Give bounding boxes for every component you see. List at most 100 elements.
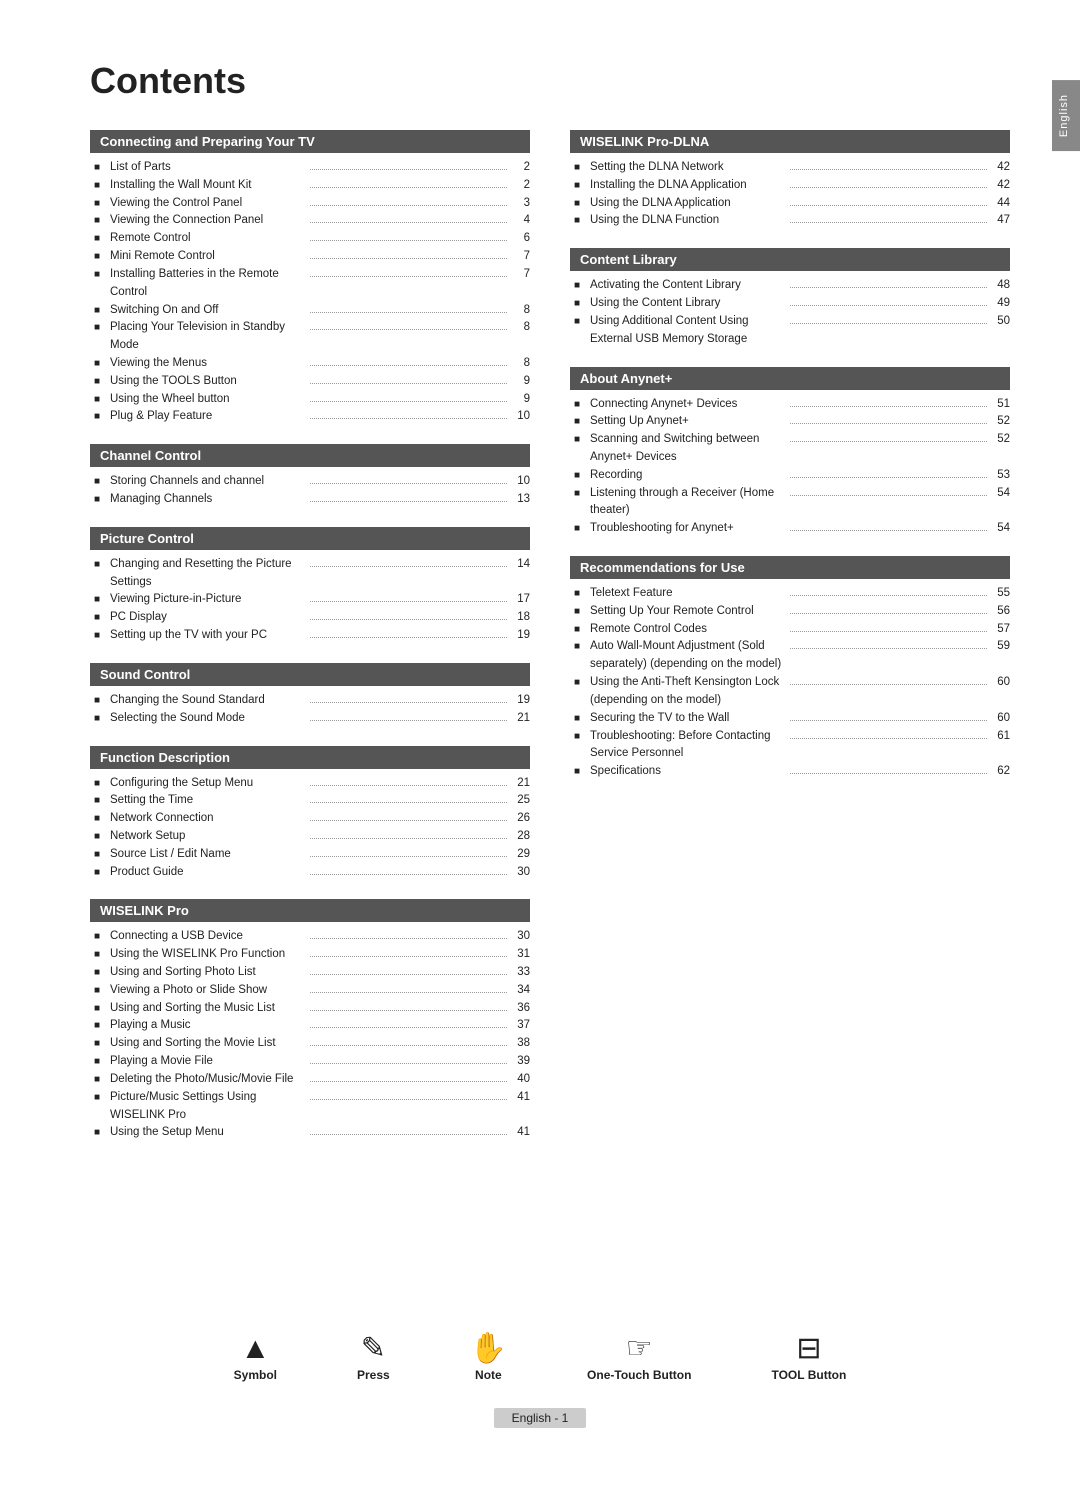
list-item: ■Troubleshooting for Anynet+54: [570, 520, 1010, 538]
list-item: ■Installing the Wall Mount Kit2: [90, 177, 530, 195]
footer-icon-item: ✎Press: [357, 1334, 390, 1382]
dots: [310, 187, 507, 188]
dots: [310, 1134, 507, 1135]
list-item: ■Specifications62: [570, 763, 1010, 781]
list-item: ■Connecting a USB Device30: [90, 928, 530, 946]
item-text: Viewing a Photo or Slide Show: [110, 982, 307, 1000]
page-number: 17: [510, 591, 530, 609]
bullet-icon: ■: [94, 178, 106, 194]
list-item: ■Troubleshooting: Before Contacting Serv…: [570, 728, 1010, 764]
bullet-icon: ■: [94, 811, 106, 827]
page-number: 9: [510, 391, 530, 409]
page-number: 7: [510, 266, 530, 284]
section-header: WISELINK Pro-DLNA: [570, 130, 1010, 153]
list-item: ■Activating the Content Library48: [570, 277, 1010, 295]
bullet-icon: ■: [94, 610, 106, 626]
page-number: 21: [510, 775, 530, 793]
dots: [790, 477, 987, 478]
list-item: ■Using the Wheel button9: [90, 391, 530, 409]
bullet-icon: ■: [94, 320, 106, 336]
bullet-icon: ■: [574, 160, 586, 176]
section: Channel Control■Storing Channels and cha…: [90, 444, 530, 509]
page-number: 19: [510, 627, 530, 645]
item-text: Playing a Music: [110, 1017, 307, 1035]
page-number: 8: [510, 319, 530, 337]
dots: [790, 720, 987, 721]
page-number: 26: [510, 810, 530, 828]
list-item: ■Using the DLNA Application44: [570, 195, 1010, 213]
bullet-icon: ■: [94, 231, 106, 247]
dots: [790, 773, 987, 774]
list-item: ■Remote Control Codes57: [570, 621, 1010, 639]
section: Function Description■Configuring the Set…: [90, 746, 530, 882]
footer-icon-label: One-Touch Button: [587, 1368, 691, 1382]
page-number: 3: [510, 195, 530, 213]
dots: [310, 702, 507, 703]
list-item: ■Network Setup28: [90, 828, 530, 846]
side-tab: English: [1052, 80, 1080, 151]
list-item: ■Changing and Resetting the Picture Sett…: [90, 556, 530, 592]
list-item: ■Setting Up Anynet+52: [570, 413, 1010, 431]
section-header: Picture Control: [90, 527, 530, 550]
list-item: ■Listening through a Receiver (Home thea…: [570, 485, 1010, 521]
list-item: ■Viewing Picture-in-Picture17: [90, 591, 530, 609]
dots: [310, 1027, 507, 1028]
item-text: Activating the Content Library: [590, 277, 787, 295]
page-title: Contents: [90, 60, 1010, 102]
footer-icon-label: TOOL Button: [771, 1368, 846, 1382]
page-number: 33: [510, 964, 530, 982]
list-item: ■Securing the TV to the Wall60: [570, 710, 1010, 728]
page-number: 2: [510, 177, 530, 195]
footer-icon-label: Note: [475, 1368, 502, 1382]
bullet-icon: ■: [94, 409, 106, 425]
bullet-icon: ■: [94, 929, 106, 945]
tool-button-icon: ⊟: [796, 1334, 821, 1364]
note-icon: ✋: [470, 1334, 507, 1364]
dots: [310, 501, 507, 502]
item-text: Changing and Resetting the Picture Setti…: [110, 556, 307, 592]
dots: [310, 240, 507, 241]
bullet-icon: ■: [94, 1125, 106, 1141]
item-text: Setting Up Anynet+: [590, 413, 787, 431]
bullet-icon: ■: [574, 675, 586, 691]
bullet-icon: ■: [574, 729, 586, 745]
list-item: ■Using and Sorting Photo List33: [90, 964, 530, 982]
bullet-icon: ■: [574, 196, 586, 212]
dots: [310, 1063, 507, 1064]
page-number: 61: [990, 728, 1010, 746]
footer-icon-item: ✋ Note: [470, 1334, 507, 1382]
bullet-icon: ■: [94, 793, 106, 809]
dots: [310, 992, 507, 993]
dots: [790, 495, 987, 496]
list-item: ■Installing the DLNA Application42: [570, 177, 1010, 195]
section: Sound Control■Changing the Sound Standar…: [90, 663, 530, 728]
bullet-icon: ■: [94, 847, 106, 863]
item-text: Setting Up Your Remote Control: [590, 603, 787, 621]
item-text: Viewing Picture-in-Picture: [110, 591, 307, 609]
bullet-icon: ■: [94, 557, 106, 573]
item-text: Selecting the Sound Mode: [110, 710, 307, 728]
dots: [790, 222, 987, 223]
item-text: Using the Wheel button: [110, 391, 307, 409]
list-item: ■Remote Control6: [90, 230, 530, 248]
list-item: ■Teletext Feature55: [570, 585, 1010, 603]
page-number: 39: [510, 1053, 530, 1071]
section: WISELINK Pro■Connecting a USB Device30■U…: [90, 899, 530, 1142]
bullet-icon: ■: [94, 356, 106, 372]
list-item: ■Mini Remote Control7: [90, 248, 530, 266]
dots: [790, 323, 987, 324]
section-header: Sound Control: [90, 663, 530, 686]
footer-icon-label: Symbol: [234, 1368, 277, 1382]
item-text: Setting the DLNA Network: [590, 159, 787, 177]
dots: [790, 595, 987, 596]
dots: [310, 838, 507, 839]
page-number: 10: [510, 408, 530, 426]
item-text: Specifications: [590, 763, 787, 781]
bullet-icon: ■: [574, 296, 586, 312]
page-number: 19: [510, 692, 530, 710]
item-text: Placing Your Television in Standby Mode: [110, 319, 307, 355]
dots: [310, 802, 507, 803]
item-text: Using the DLNA Application: [590, 195, 787, 213]
item-text: Managing Channels: [110, 491, 307, 509]
dots: [310, 1081, 507, 1082]
